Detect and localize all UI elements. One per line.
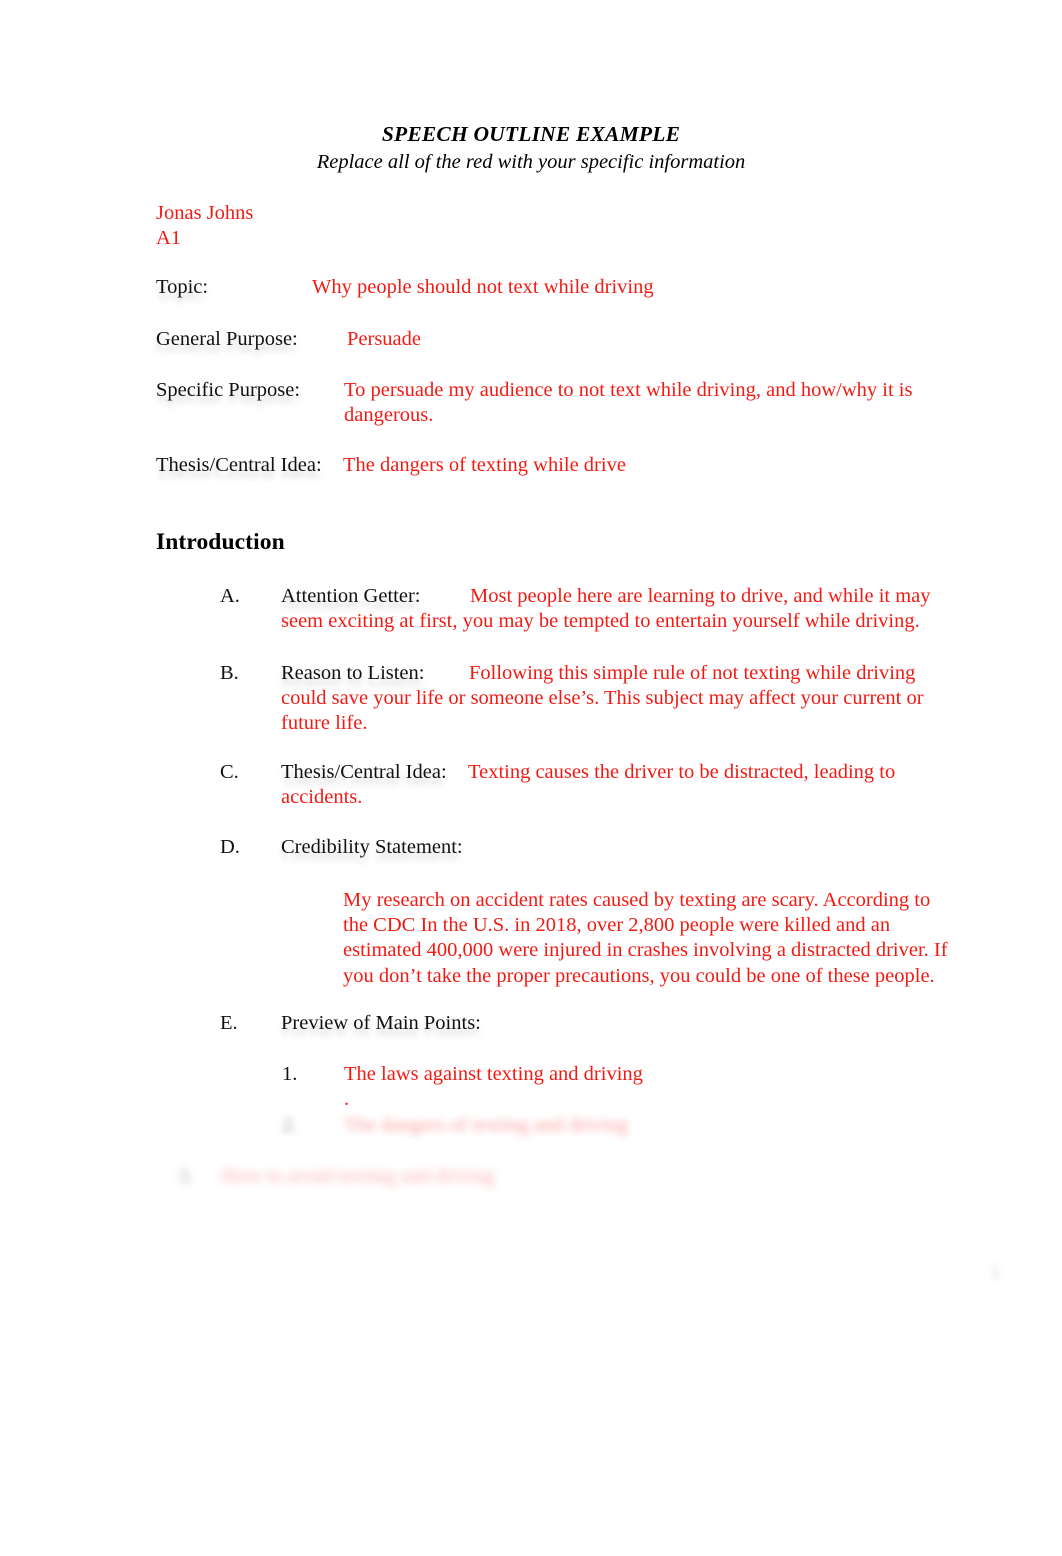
credibility-statement-value: My research on accident rates caused by … [343, 889, 948, 987]
topic-value: Why people should not text while driving [312, 276, 654, 298]
preview-main-points-label: Preview of Main Points: [281, 1012, 481, 1034]
outline-marker-d: D. [220, 836, 240, 858]
outline-marker-a: A. [220, 585, 240, 607]
main-point-value-2: The dangers of texting and driving [344, 1114, 629, 1136]
outline-marker-e: E. [220, 1012, 238, 1034]
main-point-marker-2: 2. [282, 1114, 298, 1136]
section-heading-introduction: Introduction [156, 529, 285, 555]
attention-getter-value: Most people here are learning to drive, … [281, 585, 931, 633]
document-page: SPEECH OUTLINE EXAMPLE Replace all of th… [0, 0, 1062, 1556]
thesis-value: The dangers of texting while drive [343, 454, 626, 476]
student-section: A1 [156, 227, 182, 249]
outline-marker-c: C. [220, 761, 239, 783]
general-purpose-value: Persuade [347, 328, 422, 350]
main-point-marker-3: 3. [178, 1165, 194, 1187]
outline-marker-b: B. [220, 662, 239, 684]
general-purpose-label: General Purpose: [156, 328, 298, 350]
reason-to-listen-value: Following this simple rule of not textin… [281, 662, 924, 735]
document-subtitle: Replace all of the red with your specifi… [316, 151, 746, 173]
main-point-value-1: The laws against texting and driving [344, 1063, 643, 1085]
credibility-statement-label: Credibility Statement: [281, 836, 463, 858]
outline-thesis-value: Texting causes the driver to be distract… [281, 761, 896, 809]
main-point-trailing-period: . [344, 1088, 350, 1110]
student-name: Jonas Johns [156, 202, 254, 224]
main-point-value-3: How to avoid texting and driving [222, 1165, 495, 1187]
specific-purpose-label: Specific Purpose: [156, 379, 301, 401]
specific-purpose-value: To persuade my audience to not text whil… [344, 379, 913, 427]
thesis-label: Thesis/Central Idea: [156, 454, 322, 476]
topic-label: Topic: [156, 276, 209, 298]
document-title: SPEECH OUTLINE EXAMPLE [381, 122, 681, 146]
main-point-marker-1: 1. [282, 1063, 298, 1085]
page-number: 1 [990, 1262, 1001, 1283]
